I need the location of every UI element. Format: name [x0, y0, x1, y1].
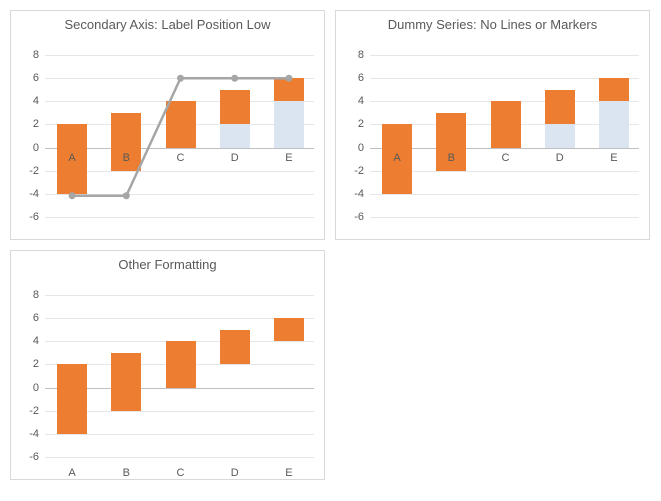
orange-bar: [274, 78, 304, 101]
grid-line: [45, 457, 314, 458]
grid-line: [45, 295, 314, 296]
y-tick-label: 2: [33, 118, 39, 130]
y-tick-label: 8: [358, 49, 364, 61]
y-tick-label: -6: [29, 211, 39, 223]
y-tick-label: 0: [33, 142, 39, 154]
orange-bar: [220, 330, 250, 365]
category-label: C: [166, 467, 196, 479]
pale-bar: [599, 101, 629, 148]
orange-bar: [545, 90, 575, 125]
orange-bar: [111, 353, 141, 411]
category-label: D: [220, 152, 250, 164]
orange-bar: [57, 364, 87, 434]
y-axis: -6 -4 -2 0 2 4 6 8: [11, 283, 45, 469]
plot-area: ABCDE: [45, 283, 314, 469]
y-axis: -6 -4 -2 0 2 4 6 8: [11, 43, 45, 229]
grid-line: [45, 55, 314, 56]
y-tick-label: -4: [354, 188, 364, 200]
category-label: A: [382, 152, 412, 164]
category-label: E: [599, 152, 629, 164]
grid-line: [45, 434, 314, 435]
orange-bar: [274, 318, 304, 341]
category-label: C: [491, 152, 521, 164]
category-label: B: [111, 152, 141, 164]
y-tick-label: 6: [33, 312, 39, 324]
grid-line: [45, 194, 314, 195]
chart-panel-c2: Dummy Series: No Lines or Markers -6 -4 -2 0…: [335, 10, 650, 240]
orange-bar: [220, 90, 250, 125]
y-tick-label: -6: [29, 451, 39, 463]
category-label: D: [545, 152, 575, 164]
y-axis: -6 -4 -2 0 2 4 6 8: [336, 43, 370, 229]
category-label: B: [111, 467, 141, 479]
chart-title: Secondary Axis: Label Position Low: [11, 11, 324, 39]
category-label: B: [436, 152, 466, 164]
category-label: E: [274, 467, 304, 479]
category-label: A: [57, 467, 87, 479]
y-tick-label: 2: [358, 118, 364, 130]
grid-line: [370, 194, 639, 195]
y-tick-label: -4: [29, 188, 39, 200]
y-tick-label: 0: [33, 382, 39, 394]
category-label: E: [274, 152, 304, 164]
y-tick-label: 8: [33, 289, 39, 301]
orange-bar: [491, 101, 521, 148]
category-label: D: [220, 467, 250, 479]
orange-bar: [599, 78, 629, 101]
plot-area: A B C D E: [45, 43, 314, 229]
orange-bar: [166, 341, 196, 388]
chart-panel-c1: Secondary Axis: Label Position Low -6 -4 -2…: [10, 10, 325, 240]
plot-area: A B C D E: [370, 43, 639, 229]
y-tick-label: 0: [358, 142, 364, 154]
chart-title: Dummy Series: No Lines or Markers: [336, 11, 649, 39]
y-tick-label: 6: [358, 72, 364, 84]
y-tick-label: 4: [33, 335, 39, 347]
chart-panel-c3: Other Formatting-6-4-202468ABCDE: [10, 250, 325, 480]
pale-bar: [274, 101, 304, 148]
category-label: C: [166, 152, 196, 164]
y-tick-label: -6: [354, 211, 364, 223]
y-tick-label: 4: [358, 95, 364, 107]
y-tick-label: -4: [29, 428, 39, 440]
category-label: A: [57, 152, 87, 164]
y-tick-label: 8: [33, 49, 39, 61]
chart-title: Other Formatting: [11, 251, 324, 279]
grid-line: [45, 217, 314, 218]
orange-bar: [166, 101, 196, 148]
y-tick-label: 2: [33, 358, 39, 370]
grid-line: [370, 55, 639, 56]
pale-bar: [545, 124, 575, 147]
y-tick-label: 4: [33, 95, 39, 107]
pale-bar: [220, 124, 250, 147]
grid-line: [370, 217, 639, 218]
y-tick-label: -2: [29, 165, 39, 177]
y-tick-label: 6: [33, 72, 39, 84]
y-tick-label: -2: [354, 165, 364, 177]
y-tick-label: -2: [29, 405, 39, 417]
